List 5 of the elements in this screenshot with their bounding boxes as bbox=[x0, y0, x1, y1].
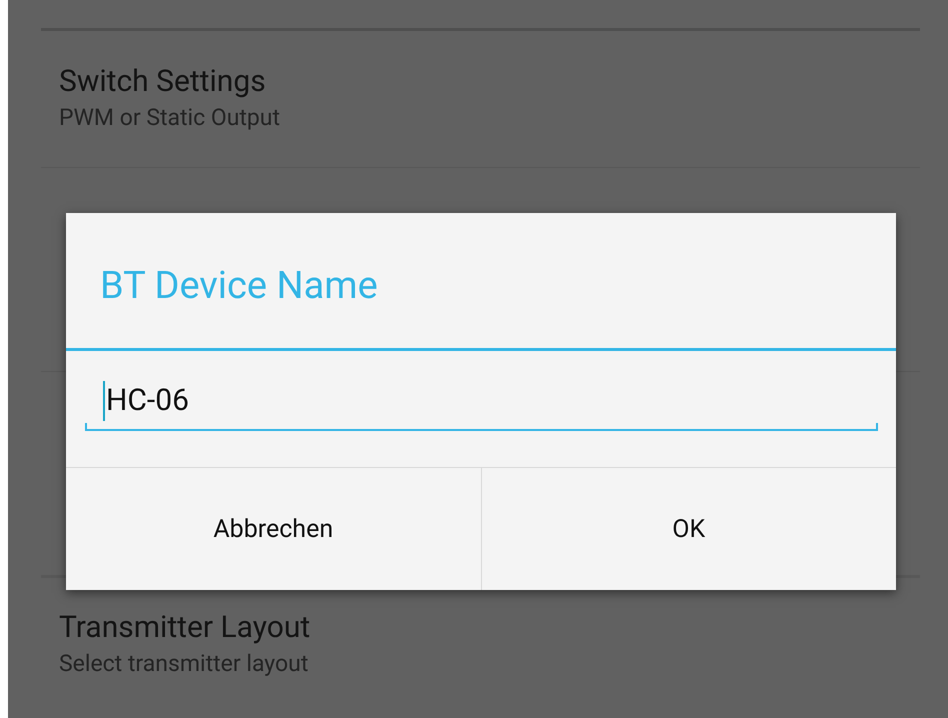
dialog-title: BT Device Name bbox=[66, 213, 896, 351]
dialog-button[interactable]: Abbrechen bbox=[66, 468, 480, 590]
setting-summary: Select transmitter layout bbox=[59, 649, 310, 679]
dialog-button[interactable]: OK bbox=[480, 468, 896, 590]
setting-summary: PWM or Static Output bbox=[59, 103, 282, 133]
